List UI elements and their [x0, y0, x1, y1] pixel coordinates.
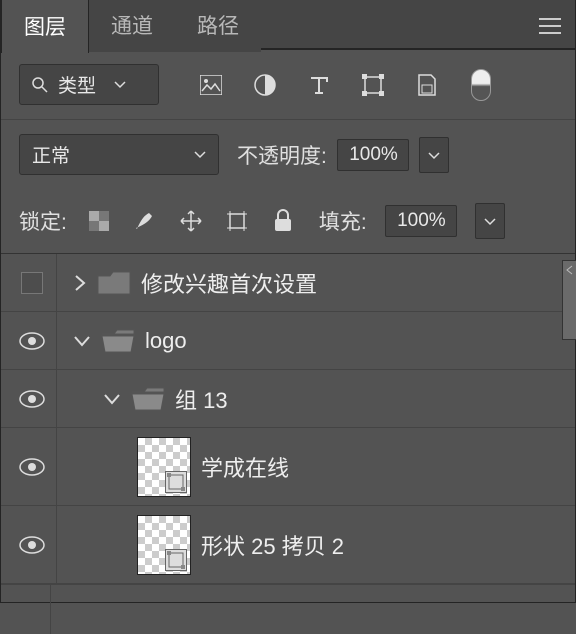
visibility-toggle[interactable] [7, 428, 57, 505]
opacity-value[interactable]: 100% [337, 139, 409, 171]
filter-row: 类型 [1, 50, 575, 120]
layer-thumbnail [137, 515, 191, 575]
eye-icon [19, 458, 45, 476]
layer-row[interactable]: logo [1, 312, 575, 370]
layer-name: 形状 25 拷贝 2 [201, 529, 344, 561]
chevron-down-icon [194, 151, 206, 159]
panel-tabs: 图层 通道 路径 [1, 0, 575, 50]
tab-channels[interactable]: 通道 [89, 0, 175, 52]
eye-icon [19, 536, 45, 554]
layer-row[interactable]: 学成在线 [1, 428, 575, 506]
fill-value[interactable]: 100% [385, 205, 457, 237]
lock-all-icon[interactable] [269, 207, 297, 235]
layers-list: 修改兴趣首次设置 logo 组 13 [1, 253, 575, 634]
layer-row[interactable]: 形状 25 拷贝 2 [1, 506, 575, 584]
folder-open-icon [101, 328, 135, 354]
fill-label: 填充: [319, 206, 367, 236]
blend-mode-value: 正常 [32, 141, 70, 168]
layers-panel: 图层 通道 路径 类型 [0, 0, 576, 603]
visibility-off-icon [21, 272, 43, 294]
lock-pixels-icon[interactable] [131, 207, 159, 235]
chevron-down-icon[interactable] [103, 392, 121, 406]
lock-row: 锁定: 填充: 100% [1, 189, 575, 253]
visibility-toggle[interactable] [1, 585, 51, 634]
layer-name: 修改兴趣首次设置 [141, 267, 317, 299]
opacity-label: 不透明度: [237, 140, 327, 170]
visibility-toggle[interactable] [7, 312, 57, 369]
opacity-dropdown-button[interactable] [419, 137, 449, 173]
filter-toggle-icon[interactable] [467, 71, 495, 99]
visibility-toggle[interactable] [7, 370, 57, 427]
lock-artboard-icon[interactable] [223, 207, 251, 235]
filter-pixel-icon[interactable] [197, 71, 225, 99]
layer-row-partial [1, 584, 575, 634]
lock-position-icon[interactable] [177, 207, 205, 235]
layer-name: 学成在线 [201, 451, 289, 483]
layer-row[interactable]: 组 13 [1, 370, 575, 428]
panel-menu-button[interactable] [539, 18, 561, 40]
chevron-down-icon[interactable] [73, 334, 91, 348]
folder-icon [97, 270, 131, 296]
chevron-left-icon [565, 265, 575, 275]
layer-thumbnail [137, 437, 191, 497]
filter-smartobject-icon[interactable] [413, 71, 441, 99]
vector-mask-badge-icon [165, 471, 187, 493]
filter-shape-icon[interactable] [359, 71, 387, 99]
lock-transparency-icon[interactable] [85, 207, 113, 235]
layer-name: 组 13 [175, 383, 228, 415]
panel-collapse-grip[interactable] [562, 260, 576, 340]
tab-paths[interactable]: 路径 [175, 0, 261, 52]
search-icon [32, 77, 48, 93]
tab-layers[interactable]: 图层 [1, 0, 89, 53]
folder-open-icon [131, 386, 165, 412]
chevron-right-icon[interactable] [73, 273, 87, 293]
eye-icon [19, 390, 45, 408]
chevron-down-icon [114, 81, 126, 89]
filter-icons [197, 71, 495, 99]
blend-mode-dropdown[interactable]: 正常 [19, 134, 219, 175]
fill-dropdown-button[interactable] [475, 203, 505, 239]
layer-row[interactable]: 修改兴趣首次设置 [1, 254, 575, 312]
filter-type-icon[interactable] [305, 71, 333, 99]
filter-adjustment-icon[interactable] [251, 71, 279, 99]
visibility-toggle[interactable] [7, 506, 57, 583]
eye-icon [19, 332, 45, 350]
lock-label: 锁定: [19, 206, 67, 236]
filter-kind-dropdown[interactable]: 类型 [19, 64, 159, 105]
filter-kind-label: 类型 [58, 71, 96, 98]
layer-name: logo [145, 328, 187, 354]
blend-row: 正常 不透明度: 100% [1, 120, 575, 189]
vector-mask-badge-icon [165, 549, 187, 571]
visibility-toggle[interactable] [7, 254, 57, 311]
tabs-spacer [261, 0, 575, 49]
